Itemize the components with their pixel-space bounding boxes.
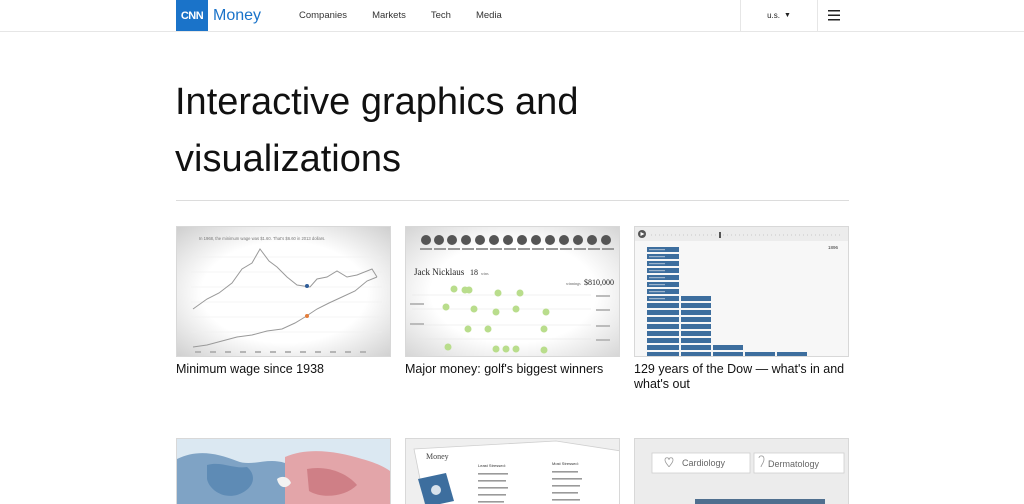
dow-chart-image: 1896 (635, 227, 848, 356)
golf-wins: 18 (470, 268, 478, 277)
nav-item-markets[interactable]: Markets (372, 10, 406, 21)
nav-item-media[interactable]: Media (476, 10, 502, 21)
least-stressed-title: Least Stressed: (478, 463, 506, 468)
card-title[interactable]: Major money: golf's biggest winners (405, 362, 620, 377)
medical-specialties-image: Cardiology Dermatology (635, 439, 848, 504)
card-golf-winners[interactable]: Jack Nicklaus 18 wins winnings $810,000 (405, 226, 620, 377)
card-minimum-wage[interactable]: In 1968, the minimum wage was $1.60. Tha… (176, 226, 391, 377)
stress-ranking-thumbnail[interactable]: Money Least Stressed: Most Stressed: (405, 438, 620, 504)
medical-specialties-thumbnail[interactable]: Cardiology Dermatology (634, 438, 849, 504)
page-title: Interactive graphics and visualizations (175, 81, 579, 180)
stress-ranking-image: Money Least Stressed: Most Stressed: (406, 439, 619, 504)
edition-selector[interactable]: u.s. ▼ (740, 0, 818, 31)
nav-item-tech[interactable]: Tech (431, 10, 451, 21)
golf-player-name: Jack Nicklaus (414, 267, 465, 277)
golf-wins-unit: wins (481, 271, 489, 276)
hamburger-icon (827, 10, 840, 21)
hamburger-menu-button[interactable] (818, 0, 849, 31)
golf-winnings-label: winnings (566, 281, 581, 286)
tab-cardiology-label: Cardiology (682, 458, 726, 468)
world-map-image (177, 439, 390, 504)
world-map-thumbnail[interactable] (176, 438, 391, 504)
money-logo-text: Money (213, 6, 262, 24)
main-nav: Companies Markets Tech Media (299, 10, 527, 21)
golf-chart-image: Jack Nicklaus 18 wins winnings $810,000 (406, 227, 619, 356)
card-title[interactable]: 129 years of the Dow — what's in and wha… (634, 362, 849, 392)
minimum-wage-chart-image: In 1968, the minimum wage was $1.60. Tha… (177, 227, 390, 356)
nav-item-companies[interactable]: Companies (299, 10, 347, 21)
dow-year: 1896 (828, 245, 839, 250)
map-card-label: Money (426, 452, 449, 461)
minimum-wage-thumbnail[interactable]: In 1968, the minimum wage was $1.60. Tha… (176, 226, 391, 357)
golf-winnings: $810,000 (584, 278, 614, 287)
edition-label: u.s. (767, 11, 780, 20)
most-stressed-title: Most Stressed: (552, 461, 579, 466)
cnn-logo-mark: CNN (176, 0, 208, 31)
tab-dermatology-label: Dermatology (768, 459, 820, 469)
top-navigation-bar: CNN Money Companies Markets Tech Media u… (0, 0, 1024, 32)
dow-history-thumbnail[interactable]: 1896 (634, 226, 849, 357)
card-title[interactable]: Minimum wage since 1938 (176, 362, 391, 377)
min-wage-caption: In 1968, the minimum wage was $1.60. Tha… (199, 236, 325, 241)
golf-winners-thumbnail[interactable]: Jack Nicklaus 18 wins winnings $810,000 (405, 226, 620, 357)
card-dow-history[interactable]: 1896 129 years of the Dow — what's in an… (634, 226, 849, 392)
cnn-money-logo[interactable]: CNN Money (176, 0, 261, 31)
caret-down-icon: ▼ (783, 12, 791, 19)
title-divider (176, 200, 849, 201)
